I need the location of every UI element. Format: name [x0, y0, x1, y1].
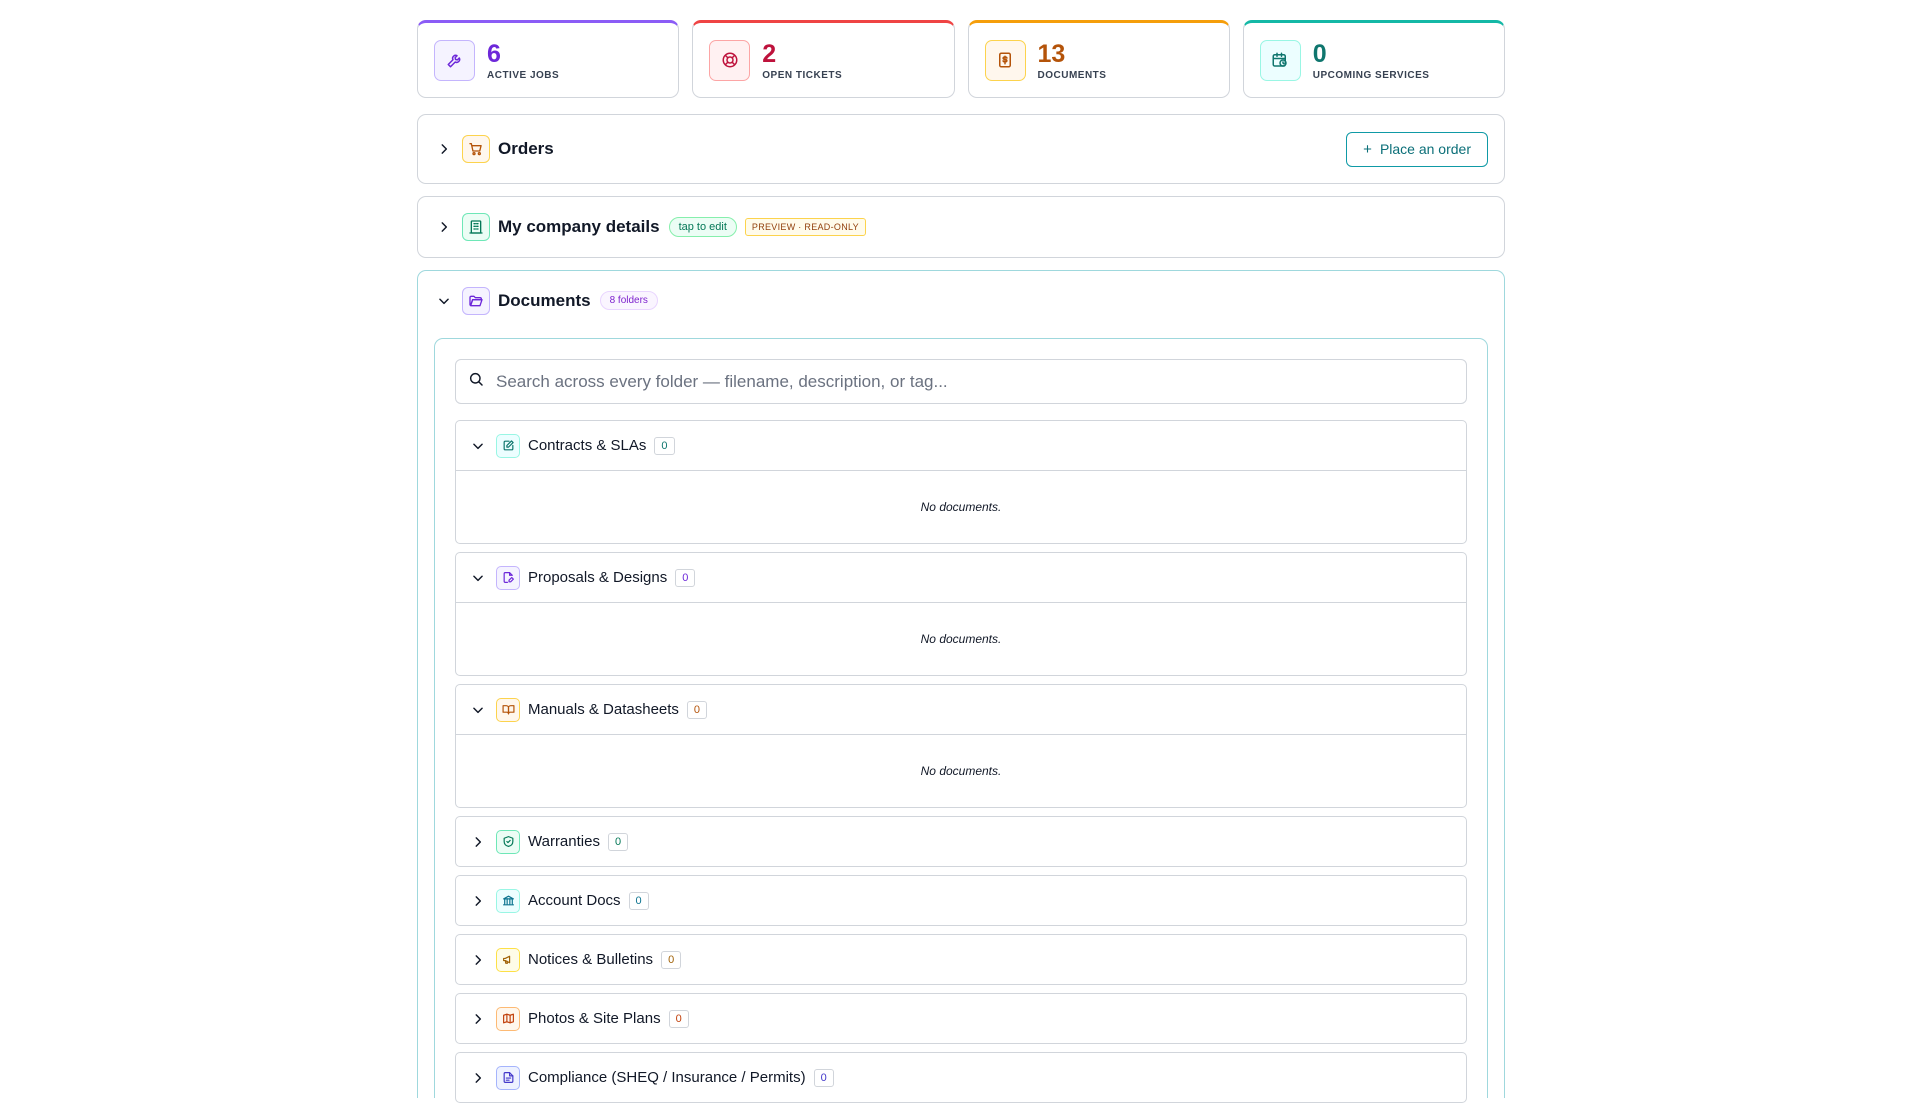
- stat-upcoming-services[interactable]: 0 UPCOMING SERVICES: [1242, 20, 1505, 98]
- search-icon: [468, 371, 484, 392]
- building-icon: [462, 213, 490, 241]
- folder-header[interactable]: Manuals & Datasheets 0: [456, 685, 1466, 734]
- wrench-icon: [434, 39, 475, 81]
- chevron-right-icon[interactable]: [468, 1068, 488, 1088]
- folder-count: 0: [661, 950, 682, 969]
- folder-count: 0: [675, 568, 696, 587]
- document-dollar-icon: [984, 39, 1026, 81]
- chevron-right-icon[interactable]: [434, 139, 454, 159]
- chevron-right-icon[interactable]: [468, 891, 488, 911]
- place-order-label: Place an order: [1379, 141, 1471, 157]
- folder-proposals: Proposals & Designs 0 No documents.: [455, 552, 1467, 676]
- documents-title: Documents: [498, 290, 591, 310]
- folder-header[interactable]: Compliance (SHEQ / Insurance / Permits) …: [456, 1053, 1466, 1102]
- stat-open-tickets[interactable]: 2 OPEN TICKETS: [692, 20, 955, 98]
- chevron-down-icon[interactable]: [434, 291, 454, 311]
- orders-header[interactable]: Orders + Place an order: [418, 115, 1504, 183]
- plus-icon: +: [1363, 140, 1372, 158]
- orders-section: Orders + Place an order: [417, 114, 1505, 184]
- chevron-down-icon[interactable]: [468, 568, 488, 588]
- folder-name: Account Docs: [528, 892, 621, 909]
- folder-photos: Photos & Site Plans 0: [455, 993, 1467, 1044]
- company-title: My company details: [498, 217, 660, 236]
- company-header[interactable]: My company details tap to edit PREVIEW ·…: [418, 197, 1504, 257]
- open-book-icon: [496, 697, 520, 722]
- chevron-right-icon[interactable]: [468, 950, 488, 970]
- folder-name: Compliance (SHEQ / Insurance / Permits): [528, 1069, 806, 1086]
- folder-header[interactable]: Warranties 0: [456, 817, 1466, 866]
- folder-count: 0: [686, 700, 708, 719]
- folder-account-docs: Account Docs 0: [455, 875, 1467, 926]
- folder-header[interactable]: Account Docs 0: [456, 876, 1466, 925]
- stat-value: 13: [1037, 39, 1066, 68]
- empty-message: No documents.: [456, 470, 1466, 543]
- folder-notices: Notices & Bulletins 0: [455, 934, 1467, 985]
- folder-name: Photos & Site Plans: [528, 1010, 661, 1027]
- stat-value: 0: [1312, 39, 1327, 68]
- cart-icon: [462, 135, 490, 163]
- tap-to-edit-pill[interactable]: tap to edit: [668, 217, 737, 237]
- shield-check-icon: [496, 829, 520, 854]
- calendar-clock-icon: [1259, 39, 1301, 81]
- company-section: My company details tap to edit PREVIEW ·…: [417, 196, 1505, 258]
- folder-count: 0: [628, 891, 649, 910]
- folder-count: 0: [654, 436, 675, 455]
- folder-compliance: Compliance (SHEQ / Insurance / Permits) …: [455, 1052, 1467, 1103]
- folder-manuals: Manuals & Datasheets 0 No documents.: [455, 684, 1467, 808]
- folder-open-icon: [462, 286, 490, 315]
- chevron-right-icon[interactable]: [468, 832, 488, 852]
- edit-document-icon: [496, 433, 520, 458]
- folder-name: Warranties: [528, 833, 600, 850]
- stat-label: DOCUMENTS: [1037, 69, 1107, 81]
- lifebuoy-icon: [709, 39, 751, 81]
- documents-body: Contracts & SLAs 0 No documents. Proposa…: [434, 338, 1488, 1103]
- folder-count: 0: [607, 832, 629, 851]
- chevron-right-icon[interactable]: [434, 217, 454, 237]
- folder-header[interactable]: Proposals & Designs 0: [456, 553, 1466, 602]
- folder-name: Notices & Bulletins: [528, 951, 654, 968]
- folder-header[interactable]: Notices & Bulletins 0: [456, 935, 1466, 984]
- file-pen-icon: [496, 565, 520, 590]
- folder-warranties: Warranties 0: [455, 816, 1467, 867]
- chevron-down-icon[interactable]: [468, 700, 488, 720]
- stat-value: 2: [762, 39, 777, 68]
- stat-value: 6: [487, 39, 501, 68]
- map-icon: [496, 1006, 520, 1031]
- dashboard: 6 ACTIVE JOBS 2 OPEN TICKETS 13 DOCUMENT…: [417, 20, 1505, 1103]
- stats-row: 6 ACTIVE JOBS 2 OPEN TICKETS 13 DOCUMENT…: [417, 20, 1505, 98]
- stat-documents[interactable]: 13 DOCUMENTS: [967, 20, 1230, 98]
- orders-title: Orders: [498, 139, 554, 158]
- folder-header[interactable]: Photos & Site Plans 0: [456, 994, 1466, 1043]
- place-order-button[interactable]: + Place an order: [1346, 131, 1488, 167]
- chevron-down-icon[interactable]: [468, 436, 488, 456]
- folder-count: 0: [813, 1068, 834, 1087]
- empty-message: No documents.: [456, 602, 1466, 675]
- documents-header[interactable]: Documents 8 folders: [418, 271, 1504, 326]
- folder-contracts: Contracts & SLAs 0 No documents.: [455, 420, 1467, 544]
- folder-name: Contracts & SLAs: [528, 437, 647, 454]
- megaphone-icon: [496, 947, 520, 972]
- folder-name: Manuals & Datasheets: [528, 701, 679, 718]
- documents-section: Documents 8 folders Contracts & SLAs 0 N…: [417, 270, 1505, 1103]
- folder-name: Proposals & Designs: [528, 569, 668, 586]
- stat-active-jobs[interactable]: 6 ACTIVE JOBS: [417, 20, 680, 98]
- document-search[interactable]: [455, 359, 1467, 404]
- stat-label: UPCOMING SERVICES: [1312, 69, 1430, 81]
- empty-message: No documents.: [456, 734, 1466, 807]
- search-input[interactable]: [496, 371, 1454, 392]
- preview-readonly-tag: PREVIEW · READ-ONLY: [744, 218, 866, 236]
- bank-icon: [496, 888, 520, 913]
- folder-count: 0: [668, 1009, 689, 1028]
- stat-label: OPEN TICKETS: [762, 69, 843, 81]
- chevron-right-icon[interactable]: [468, 1009, 488, 1029]
- folder-header[interactable]: Contracts & SLAs 0: [456, 421, 1466, 470]
- file-text-icon: [496, 1065, 520, 1090]
- stat-label: ACTIVE JOBS: [487, 69, 560, 81]
- folder-count-pill: 8 folders: [599, 291, 658, 310]
